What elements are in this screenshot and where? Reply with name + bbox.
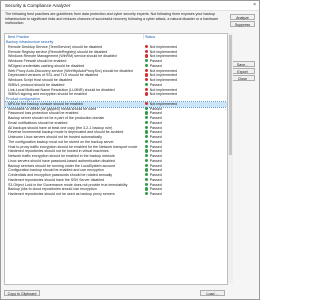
status-text: Passed xyxy=(149,173,162,177)
save-button[interactable]: Save... xyxy=(230,61,255,67)
status-text: Passed xyxy=(149,177,162,182)
column-header-status[interactable]: Status xyxy=(145,35,155,39)
status-text: Passed xyxy=(149,63,162,68)
passed-status-icon xyxy=(145,63,149,68)
status-text: Passed xyxy=(149,168,162,173)
status-text: Not implemented xyxy=(149,54,177,59)
status-text: Passed xyxy=(149,149,162,154)
passed-status-icon xyxy=(145,187,149,191)
status-text: Passed xyxy=(149,163,162,168)
status-text: Not implemented xyxy=(149,78,177,82)
passed-status-icon xyxy=(145,130,149,134)
list-rows: Backup infrastructure security Remote Des… xyxy=(5,40,227,197)
suppress-button[interactable]: Suppress xyxy=(230,21,255,27)
analyzer-window: Security & Compliance Analyzer × The fol… xyxy=(0,0,260,300)
passed-status-icon xyxy=(145,82,149,87)
status-text: Passed xyxy=(149,59,162,63)
passed-status-icon xyxy=(145,106,149,110)
close-icon[interactable]: × xyxy=(253,2,256,8)
passed-status-icon xyxy=(145,116,149,120)
intro-text: The following best practices are guideli… xyxy=(5,12,219,26)
status-text: Passed xyxy=(149,116,162,120)
status-text: Passed xyxy=(149,154,162,158)
list-item[interactable]: Hardened repositories should not be used… xyxy=(5,192,227,197)
status-text: Not implemented xyxy=(149,92,177,97)
passed-status-icon xyxy=(145,149,149,153)
status-text: Passed xyxy=(149,182,162,187)
status-text: Passed xyxy=(149,130,162,135)
column-header-best-practice[interactable]: Best Practice xyxy=(8,35,29,39)
best-practice-name: Hardened repositories should not be used… xyxy=(8,192,115,196)
passed-status-icon xyxy=(145,168,149,172)
passed-status-icon xyxy=(145,182,149,186)
passed-status-icon xyxy=(145,177,149,182)
failed-status-icon xyxy=(145,87,149,91)
close-button[interactable]: Close xyxy=(230,75,255,81)
window-title: Security & Compliance Analyzer xyxy=(5,3,71,8)
status-text: Not implemented xyxy=(149,101,177,106)
list-scrollbar[interactable] xyxy=(228,33,233,283)
passed-status-icon xyxy=(145,139,149,144)
status-text: Not implemented xyxy=(149,44,177,49)
status-text: Passed xyxy=(149,111,162,116)
status-text: Passed xyxy=(149,82,162,87)
status-text: Passed xyxy=(149,192,162,196)
passed-status-icon xyxy=(145,111,149,115)
passed-status-icon xyxy=(145,173,149,177)
status-text: Not implemented xyxy=(149,87,177,92)
failed-status-icon xyxy=(145,49,149,53)
scrollbar-thumb[interactable] xyxy=(229,35,232,155)
column-divider xyxy=(143,34,144,39)
failed-status-icon xyxy=(145,73,149,77)
failed-status-icon xyxy=(145,44,149,49)
passed-status-icon xyxy=(145,154,149,158)
failed-status-icon xyxy=(145,68,149,72)
passed-status-icon xyxy=(145,163,149,167)
passed-status-icon xyxy=(145,120,149,125)
status-text: Passed xyxy=(149,187,162,192)
passed-status-icon xyxy=(145,125,149,129)
status-text: Not implemented xyxy=(149,73,177,78)
failed-status-icon xyxy=(145,78,149,82)
status-text: Passed xyxy=(149,144,162,149)
status-text: Passed xyxy=(149,106,162,111)
passed-status-icon xyxy=(145,192,149,196)
failed-status-icon xyxy=(145,54,149,58)
analyze-button[interactable]: Analyze xyxy=(230,14,255,20)
load-button[interactable]: Load ... xyxy=(200,290,225,296)
best-practice-list[interactable]: Best Practice Status Backup infrastructu… xyxy=(4,33,228,285)
status-text: Passed xyxy=(149,120,162,125)
passed-status-icon xyxy=(145,144,149,148)
failed-status-icon xyxy=(145,101,149,106)
passed-status-icon xyxy=(145,158,149,163)
status-text: Not implemented xyxy=(149,49,177,54)
status-text: Passed xyxy=(149,139,162,144)
export-button[interactable]: Export xyxy=(230,68,255,74)
status-text: Passed xyxy=(149,125,162,130)
status-text: Passed xyxy=(149,158,162,163)
status-text: Passed xyxy=(149,135,162,139)
failed-status-icon xyxy=(145,92,149,96)
status-text: Not implemented xyxy=(149,68,177,73)
passed-status-icon xyxy=(145,59,149,63)
title-bar: Security & Compliance Analyzer × xyxy=(1,1,259,11)
copy-to-clipboard-button[interactable]: Copy to Clipboard xyxy=(4,290,40,296)
passed-status-icon xyxy=(145,135,149,139)
status-cell: Passed xyxy=(145,192,162,197)
